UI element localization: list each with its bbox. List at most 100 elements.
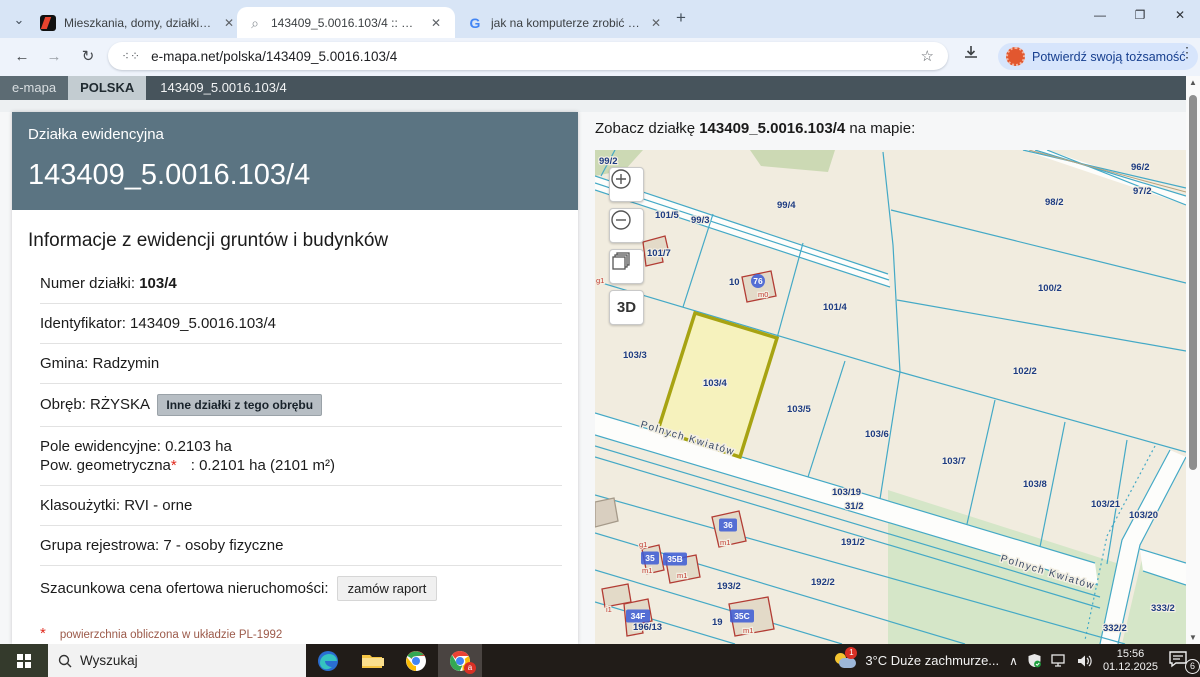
zoom-in-button[interactable] [609, 167, 644, 202]
parcel-label: 10 [729, 277, 740, 288]
building-label: m0 [758, 290, 768, 299]
time: 15:56 [1103, 648, 1158, 661]
parcel-label: 100/2 [1038, 283, 1062, 294]
layers-button[interactable] [609, 249, 644, 284]
parcel-label: 19 [712, 617, 723, 628]
tab-close-icon[interactable]: ✕ [431, 16, 441, 30]
bookmark-star-icon[interactable]: ☆ [921, 47, 934, 65]
taskbar-weather[interactable]: 1 3°C Duże zachmurze... [835, 653, 999, 668]
weather-text: 3°C Duże zachmurze... [865, 653, 999, 668]
parcel-label: 97/2 [1133, 186, 1152, 197]
registry-row: Pole ewidencyjne: 0.2103 haPow. geometry… [40, 427, 562, 486]
panel-header-label: Działka ewidencyjna [28, 126, 562, 143]
order-report-button[interactable]: zamów raport [337, 576, 438, 601]
search-placeholder: Wyszukaj [80, 653, 138, 668]
browser-menu-icon[interactable]: ⋮ [1180, 44, 1194, 61]
parcel-label: 103/3 [623, 350, 647, 361]
tab-search-chevron-icon[interactable]: ⌄ [8, 9, 30, 31]
parcel-label: 101/7 [647, 248, 671, 259]
restore-button[interactable]: ❐ [1120, 0, 1160, 32]
building-label: i1 [606, 605, 612, 614]
panel-header: Działka ewidencyjna 143409_5.0016.103/4 [12, 112, 578, 210]
parcel-label: 101/5 [655, 210, 679, 221]
parcel-label: 103/8 [1023, 479, 1047, 490]
forward-button[interactable]: → [42, 45, 66, 69]
other-parcels-button[interactable]: Inne działki z tego obrębu [157, 394, 322, 416]
windows-logo-icon [17, 654, 31, 668]
parcel-label: 102/2 [1013, 366, 1037, 377]
registry-row: Obręb: RŻYSKA Inne działki z tego obrębu [40, 384, 562, 427]
browser-tab-1[interactable]: Mieszkania, domy, działki, lokal ✕ [30, 7, 245, 38]
polska-tab[interactable]: POLSKA [68, 76, 146, 100]
scroll-up-icon[interactable]: ▲ [1186, 78, 1200, 87]
taskbar-search[interactable]: Wyszukaj [48, 644, 306, 677]
emapa-brand[interactable]: e-mapa [0, 76, 68, 100]
tab-title: jak na komputerze zrobić zrzut [491, 16, 641, 30]
parcel-label: 103/19 [832, 487, 861, 498]
google-favicon-icon: G [467, 15, 483, 31]
parcel-label: 333/2 [1151, 603, 1175, 614]
security-shield-icon[interactable] [1027, 653, 1042, 668]
parcel-label: 103/7 [942, 456, 966, 467]
building-label: g1 [596, 276, 604, 285]
parcel-label: 31/2 [845, 501, 864, 512]
notification-center-icon[interactable]: 6 [1168, 650, 1194, 672]
svg-text:35C: 35C [734, 611, 750, 621]
parcel-label: 101/4 [823, 302, 847, 313]
close-button[interactable]: ✕ [1160, 0, 1200, 32]
downloads-icon[interactable] [963, 45, 979, 66]
cadastral-map[interactable]: Polnych KwiatówPolnych Kwiatów 99/296/29… [595, 150, 1186, 644]
address-bar[interactable]: ⁖⁘ e-mapa.net/polska/143409_5.0016.103/4… [108, 42, 948, 70]
3d-button[interactable]: 3D [609, 290, 644, 325]
tab-close-icon[interactable]: ✕ [224, 16, 234, 30]
chrome-icon[interactable] [394, 644, 438, 677]
url-text[interactable]: e-mapa.net/polska/143409_5.0016.103/4 [151, 49, 920, 64]
map-title: Zobacz działkę 143409_5.0016.103/4 na ma… [595, 120, 915, 137]
chrome-icon-active[interactable]: a [438, 644, 482, 677]
browser-tab-3[interactable]: G jak na komputerze zrobić zrzut ✕ [457, 7, 677, 38]
volume-icon[interactable] [1077, 654, 1093, 668]
registry-row: Klasoużytki: RVI - orne [40, 486, 562, 526]
site-info-icon[interactable]: ⁖⁘ [122, 49, 141, 63]
tray-expand-icon[interactable]: ∧ [1009, 654, 1018, 668]
building-label: m1 [720, 538, 730, 547]
taskbar-clock[interactable]: 15:56 01.12.2025 [1103, 648, 1158, 674]
browser-tab-2-active[interactable]: ⌕ 143409_5.0016.103/4 :: Działka ✕ [237, 7, 455, 38]
scrollbar-thumb[interactable] [1189, 95, 1197, 470]
svg-text:34F: 34F [631, 611, 646, 621]
building-label: m1 [677, 571, 687, 580]
registry-row: Numer działki: 103/4 [40, 264, 562, 304]
minimize-button[interactable]: — [1080, 0, 1120, 32]
breadcrumb: 143409_5.0016.103/4 [146, 76, 301, 100]
page-scrollbar[interactable]: ▲ ▼ [1186, 76, 1200, 644]
zoom-out-button[interactable] [609, 208, 644, 243]
emapa-header-bar: e-mapa POLSKA 143409_5.0016.103/4 [0, 76, 1186, 100]
section-title-registry: Informacje z ewidencji gruntów i budynkó… [28, 230, 562, 252]
parcel-label: 192/2 [811, 577, 835, 588]
tab-close-icon[interactable]: ✕ [651, 16, 661, 30]
registry-row: Grupa rejestrowa: 7 - osoby fizyczne [40, 526, 562, 566]
notification-count: 6 [1185, 659, 1200, 674]
building-label: m1 [743, 626, 753, 635]
address-point: 35C [730, 610, 754, 623]
scroll-down-icon[interactable]: ▼ [1186, 633, 1200, 642]
date: 01.12.2025 [1103, 661, 1158, 674]
reload-button[interactable]: ↻ [76, 45, 100, 69]
address-point: 76 [751, 274, 765, 288]
search-icon [58, 654, 72, 668]
start-button[interactable] [0, 644, 48, 677]
file-explorer-icon[interactable] [350, 644, 394, 677]
registry-row: Identyfikator: 143409_5.0016.103/4 [40, 304, 562, 344]
parcel-label: 103/6 [865, 429, 889, 440]
parcel-label: 103/4 [703, 378, 727, 389]
network-icon[interactable] [1051, 654, 1068, 668]
footnote: *powierzchnia obliczona w układzie PL-19… [40, 625, 562, 642]
svg-text:76: 76 [753, 276, 763, 286]
new-tab-button[interactable]: + [676, 8, 686, 28]
registry-rows: Numer działki: 103/4Identyfikator: 14340… [28, 264, 562, 611]
edge-icon[interactable] [306, 644, 350, 677]
svg-text:36: 36 [723, 520, 733, 530]
parcel-label: 332/2 [1103, 623, 1127, 634]
back-button[interactable]: ← [10, 45, 34, 69]
identity-confirm-button[interactable]: Potwierdź swoją tożsamość [998, 43, 1198, 70]
